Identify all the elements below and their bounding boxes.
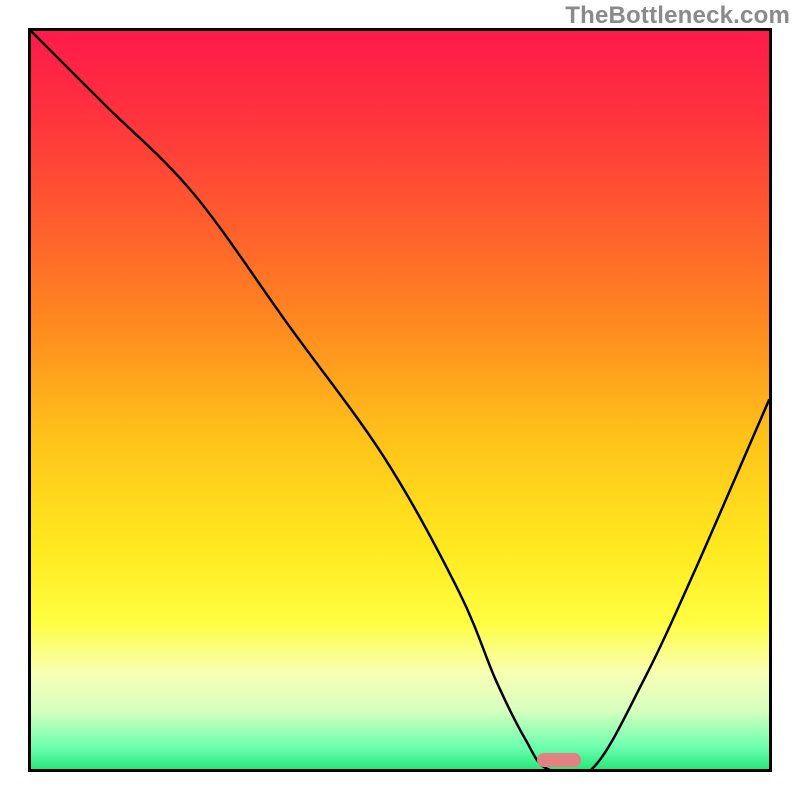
curve-path [31, 31, 769, 769]
watermark-text: TheBottleneck.com [565, 2, 790, 30]
chart-stage: TheBottleneck.com [0, 0, 800, 800]
plot-area [28, 28, 772, 772]
bottleneck-curve [31, 31, 769, 769]
